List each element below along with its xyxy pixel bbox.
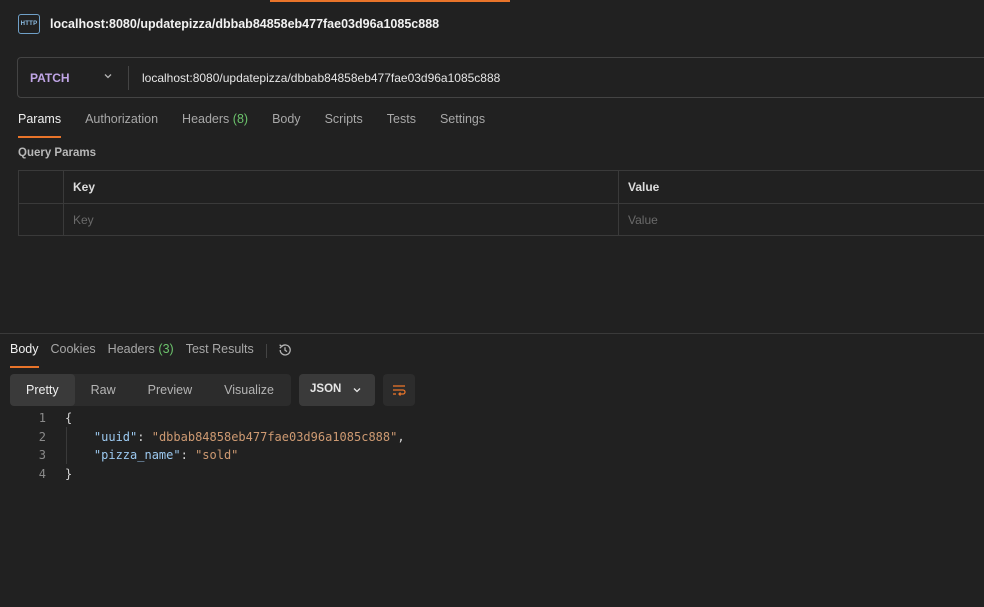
url-input[interactable]: localhost:8080/updatepizza/dbbab84858eb4…: [142, 71, 500, 85]
table-header-row: Key Value: [19, 171, 984, 204]
checkbox-column-header: [19, 171, 64, 203]
tab-scripts-label: Scripts: [324, 112, 363, 126]
tab-test-results-label: Test Results: [185, 342, 254, 356]
format-select-label: JSON: [310, 383, 342, 395]
tab-body-label: Body: [272, 112, 301, 126]
code-text: }: [65, 465, 72, 484]
response-code-editor[interactable]: 1 { 2 "uuid": "dbbab84858eb477fae03d96a1…: [0, 409, 984, 483]
code-text: "uuid": "dbbab84858eb477fae03d96a1085c88…: [93, 429, 405, 444]
raw-button[interactable]: Raw: [75, 374, 132, 406]
format-select[interactable]: JSON: [299, 374, 375, 406]
preview-button[interactable]: Preview: [132, 374, 208, 406]
tab-body[interactable]: Body: [272, 112, 301, 138]
code-line: 1 {: [0, 409, 984, 428]
tab-headers[interactable]: Headers (8): [182, 112, 248, 138]
tab-settings[interactable]: Settings: [440, 112, 485, 138]
tab-response-headers[interactable]: Headers (3): [108, 342, 174, 368]
param-value-input[interactable]: Value: [619, 204, 984, 236]
http-icon-text: HTTP: [20, 21, 38, 27]
tab-test-results[interactable]: Test Results: [186, 342, 254, 368]
json-brace: {: [65, 411, 73, 425]
json-string: "sold": [195, 448, 239, 462]
request-title[interactable]: localhost:8080/updatepizza/dbbab84858eb4…: [50, 17, 439, 31]
wrap-lines-button[interactable]: [383, 374, 415, 406]
table-row: Key Value: [19, 204, 984, 237]
tab-authorization[interactable]: Authorization: [85, 112, 158, 138]
line-number: 2: [38, 429, 46, 444]
tab-tests[interactable]: Tests: [387, 112, 416, 138]
request-title-bar: HTTP localhost:8080/updatepizza/dbbab848…: [0, 0, 984, 50]
line-number: 4: [38, 466, 46, 481]
code-text: "pizza_name": "sold": [93, 448, 239, 462]
line-number: 1: [38, 411, 46, 425]
tab-cookies[interactable]: Cookies: [51, 342, 96, 368]
code-line: 3 "pizza_name": "sold": [0, 446, 984, 465]
tab-cookies-label: Cookies: [50, 342, 96, 356]
pretty-button[interactable]: Pretty: [10, 374, 75, 406]
tab-response-headers-label: Headers: [107, 342, 155, 356]
http-request-icon: HTTP: [18, 14, 40, 34]
tab-response-body-label: Body: [10, 342, 39, 356]
tab-params[interactable]: Params: [18, 112, 62, 138]
response-pane-divider[interactable]: [0, 333, 984, 334]
headers-count-badge: (8): [232, 112, 249, 126]
value-column-header: Value: [628, 180, 660, 194]
request-tabs: Params Authorization Headers (8) Body Sc…: [18, 112, 509, 138]
query-params-table: Key Value Key Value: [18, 170, 984, 236]
visualize-button[interactable]: Visualize: [208, 374, 290, 406]
tab-params-label: Params: [18, 112, 62, 126]
code-line: 2 "uuid": "dbbab84858eb477fae03d96a1085c…: [0, 428, 984, 447]
wrap-lines-icon: [393, 385, 406, 396]
response-headers-count-badge: (3): [158, 342, 174, 356]
divider: [128, 66, 129, 90]
chevron-down-icon[interactable]: [102, 70, 114, 82]
param-key-input[interactable]: Key: [64, 204, 619, 236]
tab-settings-label: Settings: [439, 112, 486, 126]
history-icon[interactable]: [277, 342, 293, 358]
json-key: "pizza_name": [93, 448, 181, 462]
divider: [265, 344, 267, 358]
tab-authorization-label: Authorization: [85, 112, 159, 126]
query-params-heading: Query Params: [18, 147, 96, 159]
line-number: 3: [38, 448, 46, 462]
response-tabs: Body Cookies Headers (3) Test Results: [10, 342, 293, 368]
tab-scripts[interactable]: Scripts: [325, 112, 363, 138]
chevron-down-icon: [353, 388, 361, 393]
method-select[interactable]: PATCH: [30, 71, 70, 85]
tab-headers-label: Headers: [182, 112, 230, 126]
json-brace: }: [65, 466, 73, 481]
view-mode-group: Pretty Raw Preview Visualize: [10, 374, 291, 406]
code-line: 4 }: [0, 465, 984, 484]
key-column-header: Key: [64, 171, 619, 203]
url-bar: PATCH localhost:8080/updatepizza/dbbab84…: [17, 57, 984, 98]
tab-tests-label: Tests: [386, 112, 416, 126]
code-text: {: [65, 409, 72, 428]
tab-response-body[interactable]: Body: [10, 342, 39, 368]
json-string: "dbbab84858eb477fae03d96a1085c888": [151, 429, 398, 444]
json-key: "uuid": [93, 429, 138, 444]
row-checkbox-cell[interactable]: [19, 204, 64, 236]
